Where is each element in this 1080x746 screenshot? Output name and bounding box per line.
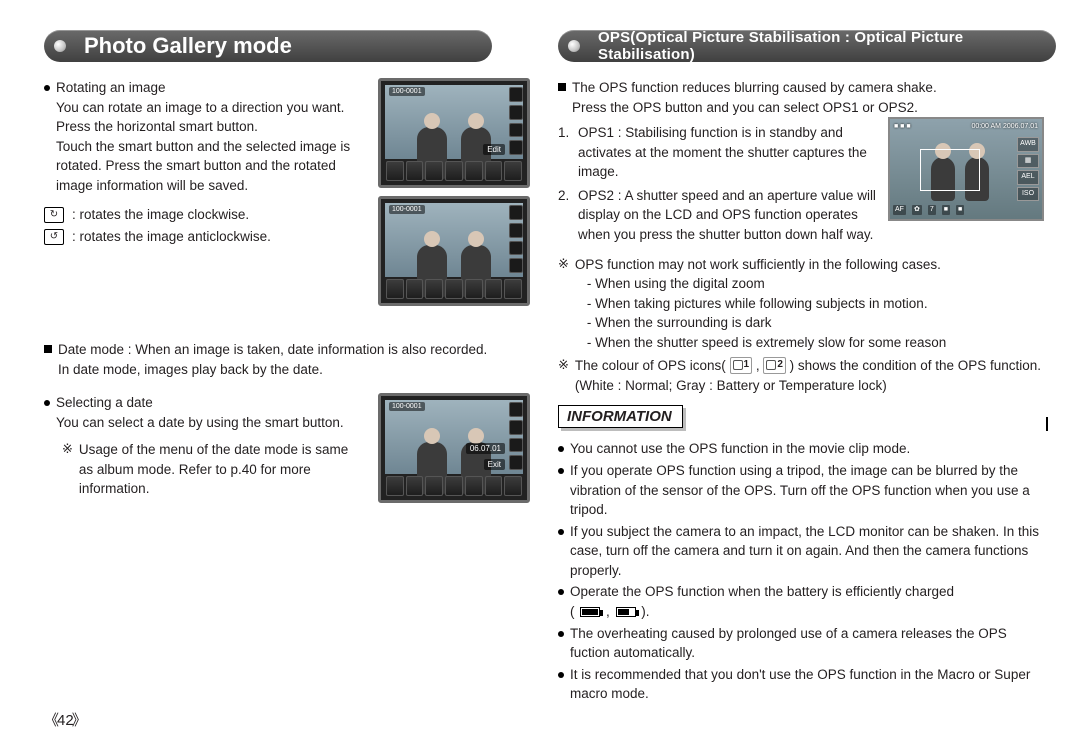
note-star-icon: ※ <box>62 440 73 499</box>
ops-intro1: The OPS function reduces blurring caused… <box>572 80 937 95</box>
info-1: If you operate OPS function using a trip… <box>570 461 1044 520</box>
osd-iso: ISO <box>1017 187 1039 202</box>
rotating-p3: Touch the smart button and the selected … <box>56 139 350 193</box>
ops-star2a: The colour of OPS icons( <box>575 358 726 373</box>
ops-case-2: When the surrounding is dark <box>587 313 946 333</box>
ops1-text: OPS1 : Stabilising function is in standb… <box>578 123 878 182</box>
bullet-icon <box>558 631 564 637</box>
info-0: You cannot use the OPS function in the m… <box>570 439 910 459</box>
ops-intro2: Press the OPS button and you can select … <box>572 100 918 115</box>
rotating-title: Rotating an image <box>56 80 166 95</box>
camera-screenshot-1: 100-0001 Edit <box>378 78 530 188</box>
right-header-title: OPS(Optical Picture Stabilisation : Opti… <box>598 29 1040 63</box>
selecting-note: Usage of the menu of the date mode is sa… <box>79 440 366 499</box>
osd-folder: 100-0001 <box>389 87 425 96</box>
information-header: INFORMATION <box>558 405 1044 431</box>
header-dot-icon <box>54 40 66 52</box>
selecting-title: Selecting a date <box>56 395 153 410</box>
osd-exit: Exit <box>484 459 505 470</box>
camera-screenshot-3: 100-0001 06.07.01 Exit <box>378 393 530 503</box>
rotate-ccw-text: : rotates the image anticlockwise. <box>72 227 271 247</box>
left-header-title: Photo Gallery mode <box>84 33 292 59</box>
battery-two-thirds-icon <box>616 607 636 617</box>
bullet-icon <box>44 400 50 406</box>
ops-case-1: When taking pictures while following sub… <box>587 294 946 314</box>
osd-time: 00:00 AM 2006.07.01 <box>971 122 1038 134</box>
ops-case-3: When the shutter speed is extremely slow… <box>587 333 946 353</box>
information-title: INFORMATION <box>558 405 683 428</box>
info-2: If you subject the camera to an impact, … <box>570 522 1044 581</box>
bullet-icon <box>558 672 564 678</box>
ops1-icon: 1 <box>730 357 753 374</box>
square-bullet-icon <box>558 83 566 91</box>
ops2-num: 2. <box>558 186 572 245</box>
ops-case-0: When using the digital zoom <box>587 274 946 294</box>
selecting-p1: You can select a date by using the smart… <box>56 415 344 430</box>
page-number: 42 <box>44 709 87 730</box>
note-star-icon: ※ <box>558 255 569 353</box>
right-column: OPS(Optical Picture Stabilisation : Opti… <box>558 30 1044 706</box>
rotate-ccw-icon: ↺ <box>44 229 64 245</box>
ops-camera-screenshot: ■ ■ ■00:00 AM 2006.07.01 AWB ▦ AEL ISO A… <box>888 117 1044 221</box>
camera-screenshot-2: 100-0001 <box>378 196 530 306</box>
ops1-num: 1. <box>558 123 572 182</box>
osd-ael: AEL <box>1017 170 1039 185</box>
bullet-icon <box>558 529 564 535</box>
ops-star1: OPS function may not work sufficiently i… <box>575 257 941 272</box>
osd-af: AF <box>893 205 906 215</box>
battery-full-icon <box>580 607 600 617</box>
rotating-p2: Press the horizontal smart button. <box>56 119 258 134</box>
rotate-cw-icon: ↻ <box>44 207 64 223</box>
datemode-line2: In date mode, images play back by the da… <box>58 362 323 377</box>
left-header: Photo Gallery mode <box>44 30 530 66</box>
bullet-icon <box>44 85 50 91</box>
ops2-text: OPS2 : A shutter speed and an aperture v… <box>578 186 878 245</box>
datemode-line1: Date mode : When an image is taken, date… <box>58 342 487 357</box>
info-5: It is recommended that you don't use the… <box>570 665 1044 704</box>
osd-edit: Edit <box>483 144 505 155</box>
osd-date: 06.07.01 <box>466 443 505 454</box>
bullet-icon <box>558 446 564 452</box>
manual-page: Photo Gallery mode Rotating an image You… <box>0 0 1080 746</box>
square-bullet-icon <box>44 345 52 353</box>
af-frame-icon <box>920 149 980 191</box>
camera-thumbs: 100-0001 Edit 100-0001 <box>378 78 530 314</box>
bullet-icon <box>558 468 564 474</box>
ops2-icon: 2 <box>763 357 786 374</box>
right-header: OPS(Optical Picture Stabilisation : Opti… <box>558 30 1044 66</box>
osd-awb: AWB <box>1017 137 1039 152</box>
header-dot-icon <box>568 40 580 52</box>
info-3: Operate the OPS function when the batter… <box>570 584 954 599</box>
note-star-icon: ※ <box>558 356 569 395</box>
rotate-cw-text: : rotates the image clockwise. <box>72 205 249 225</box>
bullet-icon <box>558 589 564 595</box>
info-4: The overheating caused by prolonged use … <box>570 624 1044 663</box>
rotating-p1: You can rotate an image to a direction y… <box>56 100 344 115</box>
osd-num: 7 <box>928 205 936 215</box>
osd-folder-2: 100-0001 <box>389 205 425 214</box>
osd-folder-3: 100-0001 <box>389 402 425 411</box>
left-column: Photo Gallery mode Rotating an image You… <box>44 30 530 706</box>
